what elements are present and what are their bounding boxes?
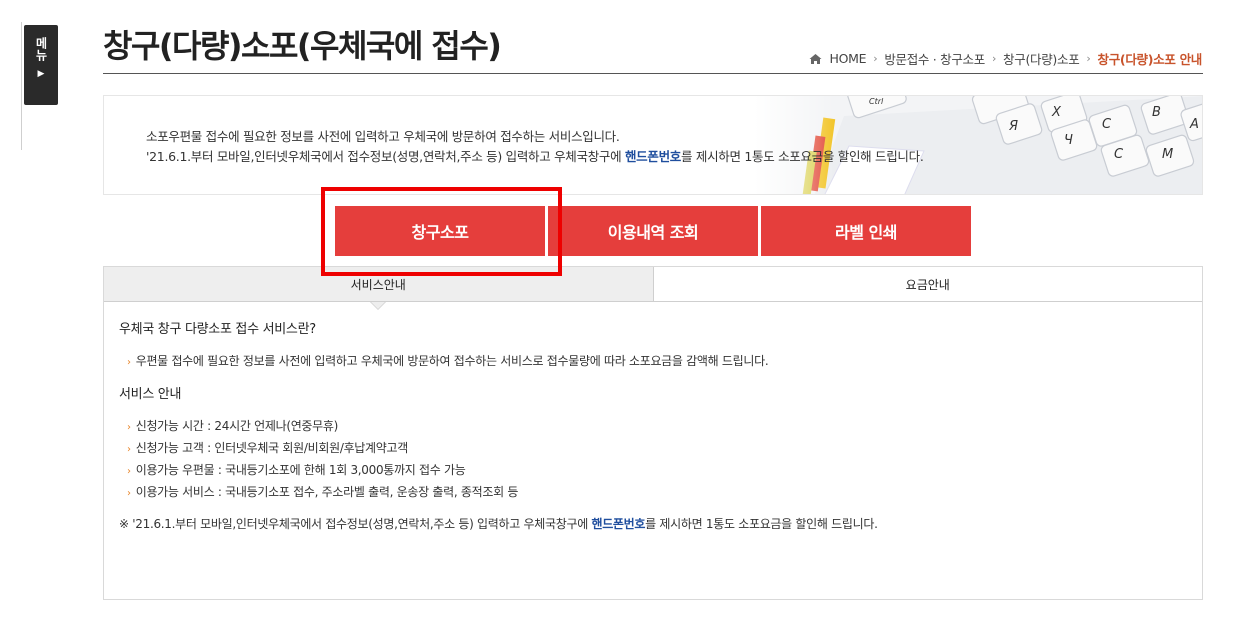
list-item: › 신청가능 고객 : 인터넷우체국 회원/비회원/후납계약고객 (127, 438, 1202, 460)
list-item: › 신청가능 시간 : 24시간 언제나(연중무휴) (127, 416, 1202, 438)
intro-phone-highlight: 핸드폰번호 (624, 149, 681, 164)
bullet-icon: › (127, 357, 131, 368)
list-item-text: 신청가능 고객 : 인터넷우체국 회원/비회원/후납계약고객 (135, 441, 409, 455)
note-phone-highlight: 핸드폰번호 (591, 517, 646, 531)
breadcrumb-visit-counter[interactable]: 방문접수 · 창구소포 (884, 49, 985, 68)
discount-note: ※ '21.6.1.부터 모바일,인터넷우체국에서 접수정보(성명,연락처,주소… (119, 514, 1202, 534)
section-list-what: › 우편물 접수에 필요한 정보를 사전에 입력하고 우체국에 방문하여 접수하는… (119, 351, 1202, 373)
intro-line-1: 소포우편물 접수에 필요한 정보를 사전에 입력하고 우체국에 방문하여 접수하… (146, 129, 620, 144)
breadcrumb-separator: › (1086, 52, 1091, 65)
service-content-panel: 서비스안내 요금안내 우체국 창구 다량소포 접수 서비스란? › 우편물 접수에… (103, 266, 1203, 600)
chevron-right-icon: ▶ (37, 69, 45, 79)
tab-service-info[interactable]: 서비스안내 (104, 267, 654, 310)
intro-line-2-tail: 를 제시하면 1통도 소포요금을 할인해 드립니다. (681, 149, 924, 164)
service-info-body: 우체국 창구 다량소포 접수 서비스란? › 우편물 접수에 필요한 정보를 사전… (104, 302, 1202, 534)
usage-history-button[interactable]: 이용내역 조회 (548, 206, 758, 256)
side-divider (21, 22, 22, 150)
bullet-icon: › (127, 444, 131, 455)
bullet-icon: › (127, 422, 131, 433)
bullet-icon: › (127, 488, 131, 499)
breadcrumb-separator: › (991, 52, 997, 65)
bullet-icon: › (127, 466, 131, 477)
service-buttons: 창구소포 이용내역 조회 라벨 인쇄 (335, 206, 971, 256)
note-text: ※ '21.6.1.부터 모바일,인터넷우체국에서 접수정보(성명,연락처,주소… (119, 517, 592, 531)
list-item-text: 신청가능 시간 : 24시간 언제나(연중무휴) (135, 419, 339, 433)
note-tail: 를 제시하면 1통도 소포요금을 할인해 드립니다. (645, 517, 878, 531)
breadcrumb: HOME › 방문접수 · 창구소포 › 창구(다량)소포 › 창구(다량)소포… (809, 49, 1202, 68)
list-item: › 이용가능 우편물 : 국내등기소포에 한해 1회 3,000통까지 접수 가능 (127, 460, 1202, 482)
breadcrumb-separator: › (873, 52, 878, 65)
breadcrumb-current: 창구(다량)소포 안내 (1097, 52, 1203, 67)
side-menu-label: 메뉴 (34, 37, 48, 61)
counter-parcel-button[interactable]: 창구소포 (335, 206, 545, 256)
intro-text: 소포우편물 접수에 필요한 정보를 사전에 입력하고 우체국에 방문하여 접수하… (146, 127, 924, 167)
list-item-text: 이용가능 서비스 : 국내등기소포 접수, 주소라벨 출력, 운송장 출력, 종… (135, 485, 519, 499)
intro-line-2: '21.6.1.부터 모바일,인터넷우체국에서 접수정보(성명,연락처,주소 등… (146, 147, 924, 167)
section-title-what: 우체국 창구 다량소포 접수 서비스란? (119, 322, 316, 337)
label-print-button[interactable]: 라벨 인쇄 (761, 206, 971, 256)
intro-banner: 소포우편물 접수에 필요한 정보를 사전에 입력하고 우체국에 방문하여 접수하… (103, 95, 1203, 195)
list-item-text: 우편물 접수에 필요한 정보를 사전에 입력하고 우체국에 방문하여 접수하는 … (135, 354, 769, 368)
side-menu-toggle[interactable]: 메뉴 ▶ (24, 25, 58, 105)
list-item: › 이용가능 서비스 : 국내등기소포 접수, 주소라벨 출력, 운송장 출력, … (127, 482, 1202, 504)
list-item: › 우편물 접수에 필요한 정보를 사전에 입력하고 우체국에 방문하여 접수하는… (127, 351, 1202, 373)
section-list-service: › 신청가능 시간 : 24시간 언제나(연중무휴) › 신청가능 고객 : 인터넷… (119, 416, 1202, 504)
home-icon[interactable] (809, 53, 822, 65)
title-divider (103, 73, 1203, 74)
list-item-text: 이용가능 우편물 : 국내등기소포에 한해 1회 3,000통까지 접수 가능 (135, 463, 466, 477)
breadcrumb-bulk-parcel[interactable]: 창구(다량)소포 (1003, 49, 1080, 68)
intro-line-2-text: '21.6.1.부터 모바일,인터넷우체국에서 접수정보(성명,연락처,주소 등… (146, 149, 625, 164)
info-tabs: 서비스안내 요금안내 (104, 267, 1203, 310)
tab-fee-info[interactable]: 요금안내 (654, 267, 1203, 301)
page-title: 창구(다량)소포(우체국에 접수) (103, 27, 502, 65)
section-title-service: 서비스 안내 (119, 387, 182, 402)
breadcrumb-home[interactable]: HOME (829, 51, 866, 66)
